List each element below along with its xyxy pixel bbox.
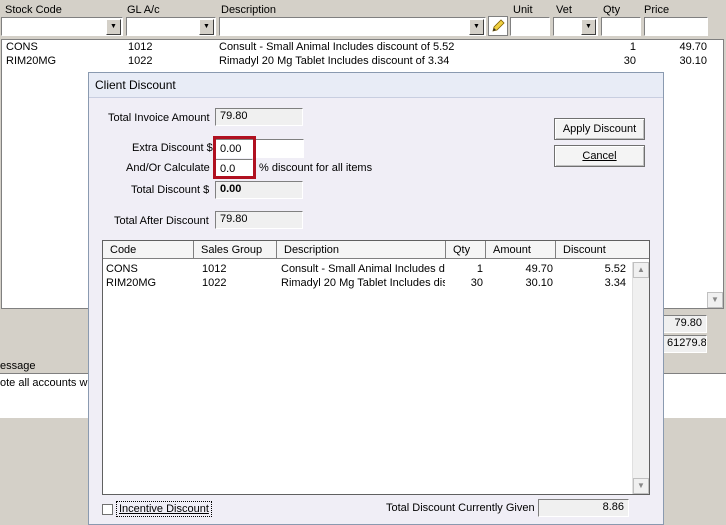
description-combo[interactable]: ▼ [219,17,486,36]
grid-cell-discount: 3.34 [604,277,626,289]
col-gl-ac: GL A/c [127,4,160,16]
extra-discount-label: Extra Discount $ [132,142,213,154]
line-description: Rimadyl 20 Mg Tablet Includes discount o… [219,55,450,67]
line-qty: 30 [623,55,636,67]
message-label: essage [0,360,36,372]
grid-header-sales-group[interactable]: Sales Group [194,241,277,259]
grid-header-code[interactable]: Code [103,241,194,259]
grid-scrollbar[interactable]: ▲ ▼ [632,262,649,494]
total-discount-field: 0.00 [215,181,303,199]
dialog-titlebar[interactable]: Client Discount [89,73,663,98]
price-input[interactable] [644,17,708,36]
total-given-label: Total Discount Currently Given [386,502,535,514]
line-code: CONS [6,41,38,53]
line-code: RIM20MG [6,55,57,67]
grid-header-amount[interactable]: Amount [486,241,556,259]
line-gl: 1022 [128,55,153,67]
grid-cell-description: Rimadyl 20 Mg Tablet Includes dis [281,277,445,289]
col-price: Price [644,4,670,16]
chevron-down-icon[interactable]: ▼ [199,19,214,35]
line-qty: 1 [629,41,636,53]
line-price: 30.10 [679,55,707,67]
col-unit: Unit [513,4,533,16]
chevron-down-icon[interactable]: ▼ [469,19,484,35]
message-box-right [663,373,726,418]
apply-discount-button[interactable]: Apply Discount [554,118,645,140]
total-after-field: 79.80 [215,211,303,229]
grid-header-discount[interactable]: Discount [556,241,649,259]
extra-discount-input[interactable] [215,139,304,158]
grid-cell-sales-group: 1022 [202,277,227,289]
grid-cell-amount: 30.10 [525,277,553,289]
col-vet: Vet [556,4,572,16]
grid-header-qty[interactable]: Qty [446,241,486,259]
incentive-discount-checkbox[interactable] [102,504,113,515]
grid-cell-code: RIM20MG [106,277,157,289]
grid-cell-qty: 1 [476,263,483,275]
grid-cell-discount: 5.52 [604,263,626,275]
col-stock-code: Stock Code [5,4,62,16]
discount-items-grid[interactable]: Code Sales Group Description Qty Amount … [102,240,650,495]
message-box[interactable]: ote all accounts wi [0,373,90,418]
grid-cell-sales-group: 1012 [202,263,227,275]
line-description: Consult - Small Animal Includes discount… [219,41,455,53]
edit-pencil-button[interactable] [488,16,508,36]
grid-cell-description: Consult - Small Animal Includes dis [281,263,445,275]
total-invoice-label: Total Invoice Amount [108,112,210,124]
unit-input[interactable] [510,17,550,36]
line-price: 49.70 [679,41,707,53]
incentive-discount-label[interactable]: Incentive Discount [116,501,212,517]
percent-label: % discount for all items [259,162,373,174]
chevron-down-icon[interactable]: ▼ [106,19,121,35]
col-qty: Qty [603,4,621,16]
scroll-up-button[interactable]: ▲ [633,262,649,278]
grid-cell-amount: 49.70 [525,263,553,275]
percent-discount-input[interactable] [215,159,253,178]
dialog-title: Client Discount [95,78,176,92]
cancel-button[interactable]: Cancel [554,145,645,167]
invoice-total-field: 79.80 [662,315,707,333]
calculate-label: And/Or Calculate [126,162,210,174]
total-invoice-field: 79.80 [215,108,303,126]
grid-cell-code: CONS [106,263,138,275]
scroll-down-button[interactable]: ▼ [707,292,723,308]
qty-input[interactable] [601,17,641,36]
pencil-icon [492,19,505,32]
client-discount-dialog: Client Discount Total Invoice Amount 79.… [88,72,664,525]
grid-cell-qty: 30 [470,277,483,289]
stock-code-combo[interactable]: ▼ [1,17,123,36]
gl-ac-combo[interactable]: ▼ [126,17,216,36]
vet-combo[interactable]: ▼ [553,17,598,36]
line-gl: 1012 [128,41,153,53]
chevron-down-icon[interactable]: ▼ [581,19,596,35]
total-discount-label: Total Discount $ [131,184,210,196]
scroll-down-button[interactable]: ▼ [633,478,649,494]
total-given-field: 8.86 [538,499,629,517]
grid-header-description[interactable]: Description [277,241,446,259]
total-after-label: Total After Discount [114,215,209,227]
balance-field: 61279.86 [662,335,707,353]
col-description: Description [221,4,277,16]
